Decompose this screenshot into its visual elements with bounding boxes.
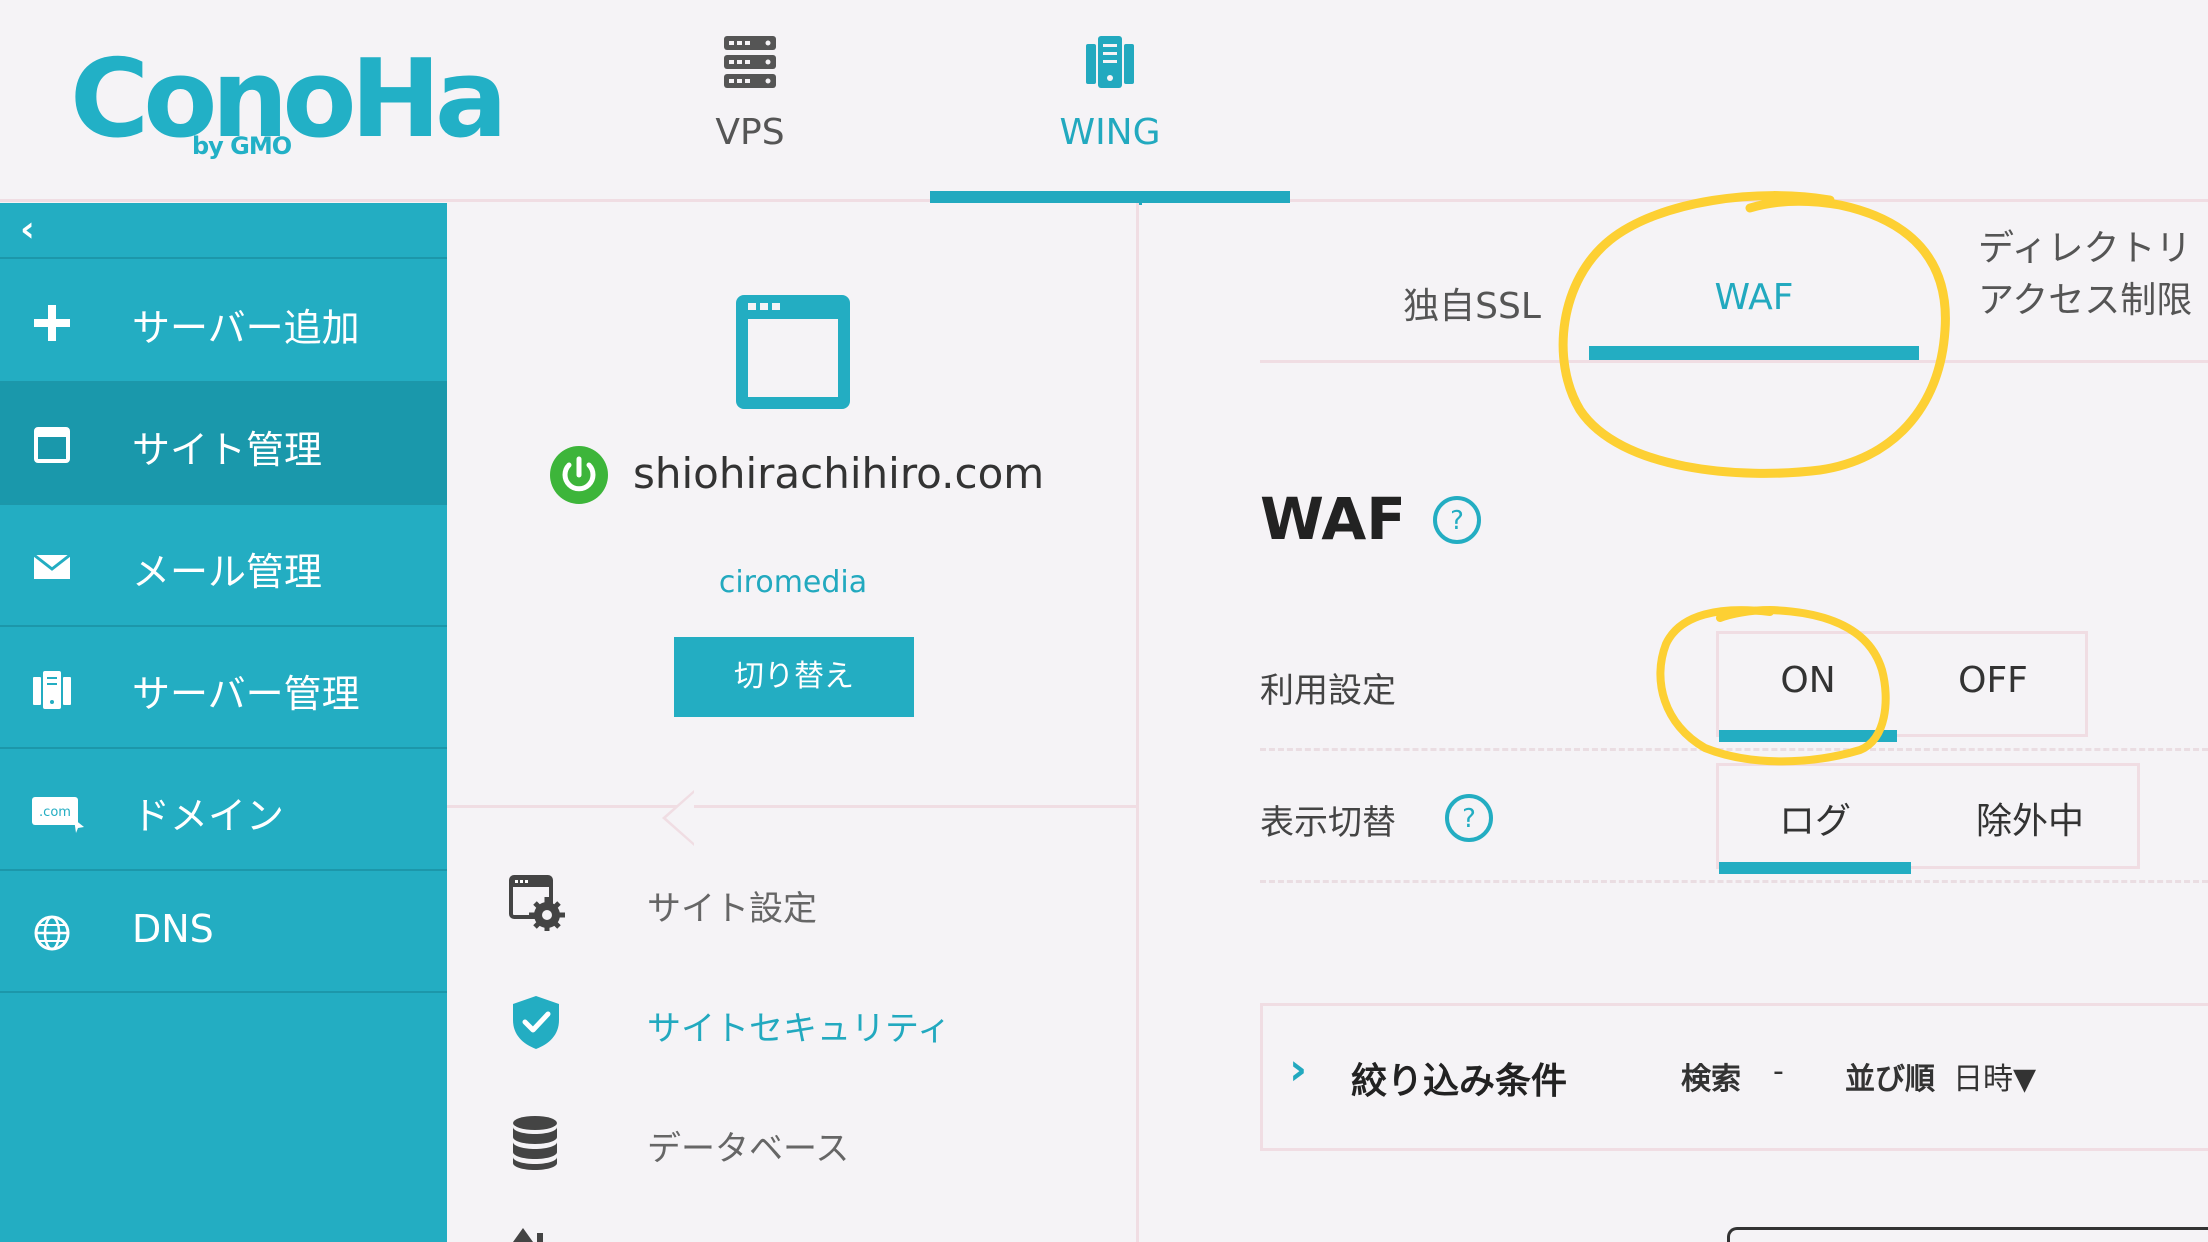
- filter-panel: › 絞り込み条件 検索 - 並び順 日時▼: [1260, 1003, 2208, 1151]
- display-toggle: ログ 除外中: [1716, 763, 2140, 874]
- sidebar-item-label: メール管理: [132, 550, 323, 594]
- sidebar-item-dns[interactable]: DNS: [0, 871, 447, 993]
- tab-directory-label-line1: ディレクトリ: [1978, 228, 2192, 269]
- menu-site-security[interactable]: サイトセキュリティ: [507, 985, 1067, 1065]
- usage-toggle: ON OFF: [1716, 631, 2088, 742]
- filter-search-value: -: [1773, 1054, 1784, 1089]
- plus-icon: [34, 305, 70, 341]
- svg-text:.com: .com: [39, 805, 71, 820]
- conoha-logo[interactable]: ConoHa by GMO: [70, 40, 508, 161]
- dashed-divider: [1260, 748, 2208, 751]
- account-name: ciromedia: [718, 565, 868, 600]
- window-icon: [34, 427, 70, 463]
- filter-title[interactable]: 絞り込み条件: [1351, 1052, 1567, 1104]
- switch-site-button[interactable]: 切り替え: [674, 637, 914, 717]
- filter-sort-label: 並び順: [1845, 1062, 1935, 1097]
- sidebar-item-label: サイト管理: [132, 428, 323, 472]
- tab-divider: [1260, 360, 2208, 363]
- tab-waf[interactable]: WAF: [1589, 203, 1919, 363]
- chevron-left-icon: ‹: [20, 209, 35, 250]
- site-window-icon: [736, 295, 850, 409]
- site-panel: shiohirachihiro.com ciromedia 切り替え サイト設定…: [447, 203, 1139, 1242]
- tab-directory-access[interactable]: ディレクトリ アクセス制限: [1978, 203, 2208, 363]
- wing-server-icon: [1086, 36, 1134, 88]
- power-status-icon: [550, 446, 608, 504]
- sidebar-item-add-server[interactable]: サーバー追加: [0, 261, 447, 383]
- sidebar-collapse-button[interactable]: ‹: [0, 203, 447, 259]
- server-icon: [33, 671, 71, 709]
- menu-label: データベース: [647, 1129, 850, 1169]
- dashed-divider: [1260, 880, 2208, 883]
- tab-directory-label-line2: アクセス制限: [1978, 280, 2193, 321]
- usage-off-button[interactable]: OFF: [1903, 634, 2083, 734]
- shield-check-icon: [513, 996, 559, 1049]
- site-domain: shiohirachihiro.com: [633, 449, 1045, 498]
- tab-ssl[interactable]: 独自SSL: [1332, 203, 1612, 363]
- tab-ssl-label: 独自SSL: [1403, 286, 1541, 327]
- sidebar-item-label: サーバー管理: [132, 672, 360, 716]
- tab-wing[interactable]: WING: [930, 0, 1290, 205]
- sidebar-item-mail-management[interactable]: メール管理: [0, 505, 447, 627]
- tab-vps[interactable]: VPS: [570, 0, 930, 202]
- sidebar-item-server-management[interactable]: サーバー管理: [0, 627, 447, 749]
- menu-label: サイト設定: [647, 889, 817, 929]
- chevron-right-icon[interactable]: ›: [1289, 1044, 1307, 1095]
- display-help-icon[interactable]: ?: [1444, 793, 1494, 843]
- sidebar-item-domain[interactable]: .com ドメイン: [0, 749, 447, 871]
- partial-menu-icon: [513, 1228, 543, 1242]
- menu-site-settings[interactable]: サイト設定: [507, 865, 1067, 945]
- filter-sort-value[interactable]: 日時▼: [1953, 1054, 2036, 1098]
- usage-setting-label: 利用設定: [1260, 671, 1396, 711]
- sidebar-item-label: DNS: [132, 907, 214, 951]
- usage-off-label: OFF: [1958, 660, 2028, 701]
- usage-on-button[interactable]: ON: [1719, 634, 1897, 742]
- security-content: 独自SSL WAF ディレクトリ アクセス制限 WAF ? 利用設定 ON OF…: [1142, 203, 2208, 1242]
- sidebar: ‹ サーバー追加 サイト管理 メール管理 サーバー管理 .com ドメイン DN…: [0, 203, 447, 1242]
- tab-vps-label: VPS: [715, 112, 785, 153]
- database-icon: [513, 1116, 557, 1170]
- partial-element: [1727, 1227, 2208, 1242]
- tab-wing-label: WING: [1059, 112, 1161, 153]
- filter-search-label: 検索: [1681, 1062, 1741, 1097]
- display-log-button[interactable]: ログ: [1719, 766, 1911, 874]
- menu-label: サイトセキュリティ: [647, 1009, 951, 1049]
- tab-waf-label: WAF: [1714, 277, 1794, 318]
- menu-database[interactable]: データベース: [507, 1105, 1067, 1185]
- site-settings-icon: [509, 875, 565, 931]
- globe-icon: [34, 915, 70, 951]
- sidebar-item-label: サーバー追加: [132, 306, 360, 350]
- waf-title: WAF: [1260, 485, 1406, 553]
- display-excluded-label: 除外中: [1975, 801, 2084, 842]
- help-icon[interactable]: ?: [1432, 495, 1482, 545]
- display-excluded-button[interactable]: 除外中: [1925, 766, 2135, 866]
- top-header: ConoHa by GMO VPS WING: [0, 0, 2208, 205]
- server-stack-icon: [724, 36, 776, 88]
- svg-text:?: ?: [1450, 506, 1464, 536]
- dotcom-icon: .com: [32, 797, 84, 833]
- divider: [447, 805, 1139, 808]
- logo-sub-text: by GMO: [192, 132, 292, 160]
- usage-on-label: ON: [1780, 660, 1836, 701]
- envelope-icon: [33, 553, 71, 579]
- active-tab-indicator: [1589, 346, 1919, 360]
- panel-pointer-inner: [666, 793, 694, 843]
- svg-text:?: ?: [1462, 804, 1476, 834]
- sidebar-item-label: ドメイン: [132, 794, 285, 838]
- display-toggle-label: 表示切替: [1260, 803, 1396, 843]
- display-log-label: ログ: [1778, 801, 1851, 842]
- tab-directory-label: ディレクトリ アクセス制限: [1978, 223, 2192, 327]
- sidebar-item-site-management[interactable]: サイト管理: [0, 383, 447, 505]
